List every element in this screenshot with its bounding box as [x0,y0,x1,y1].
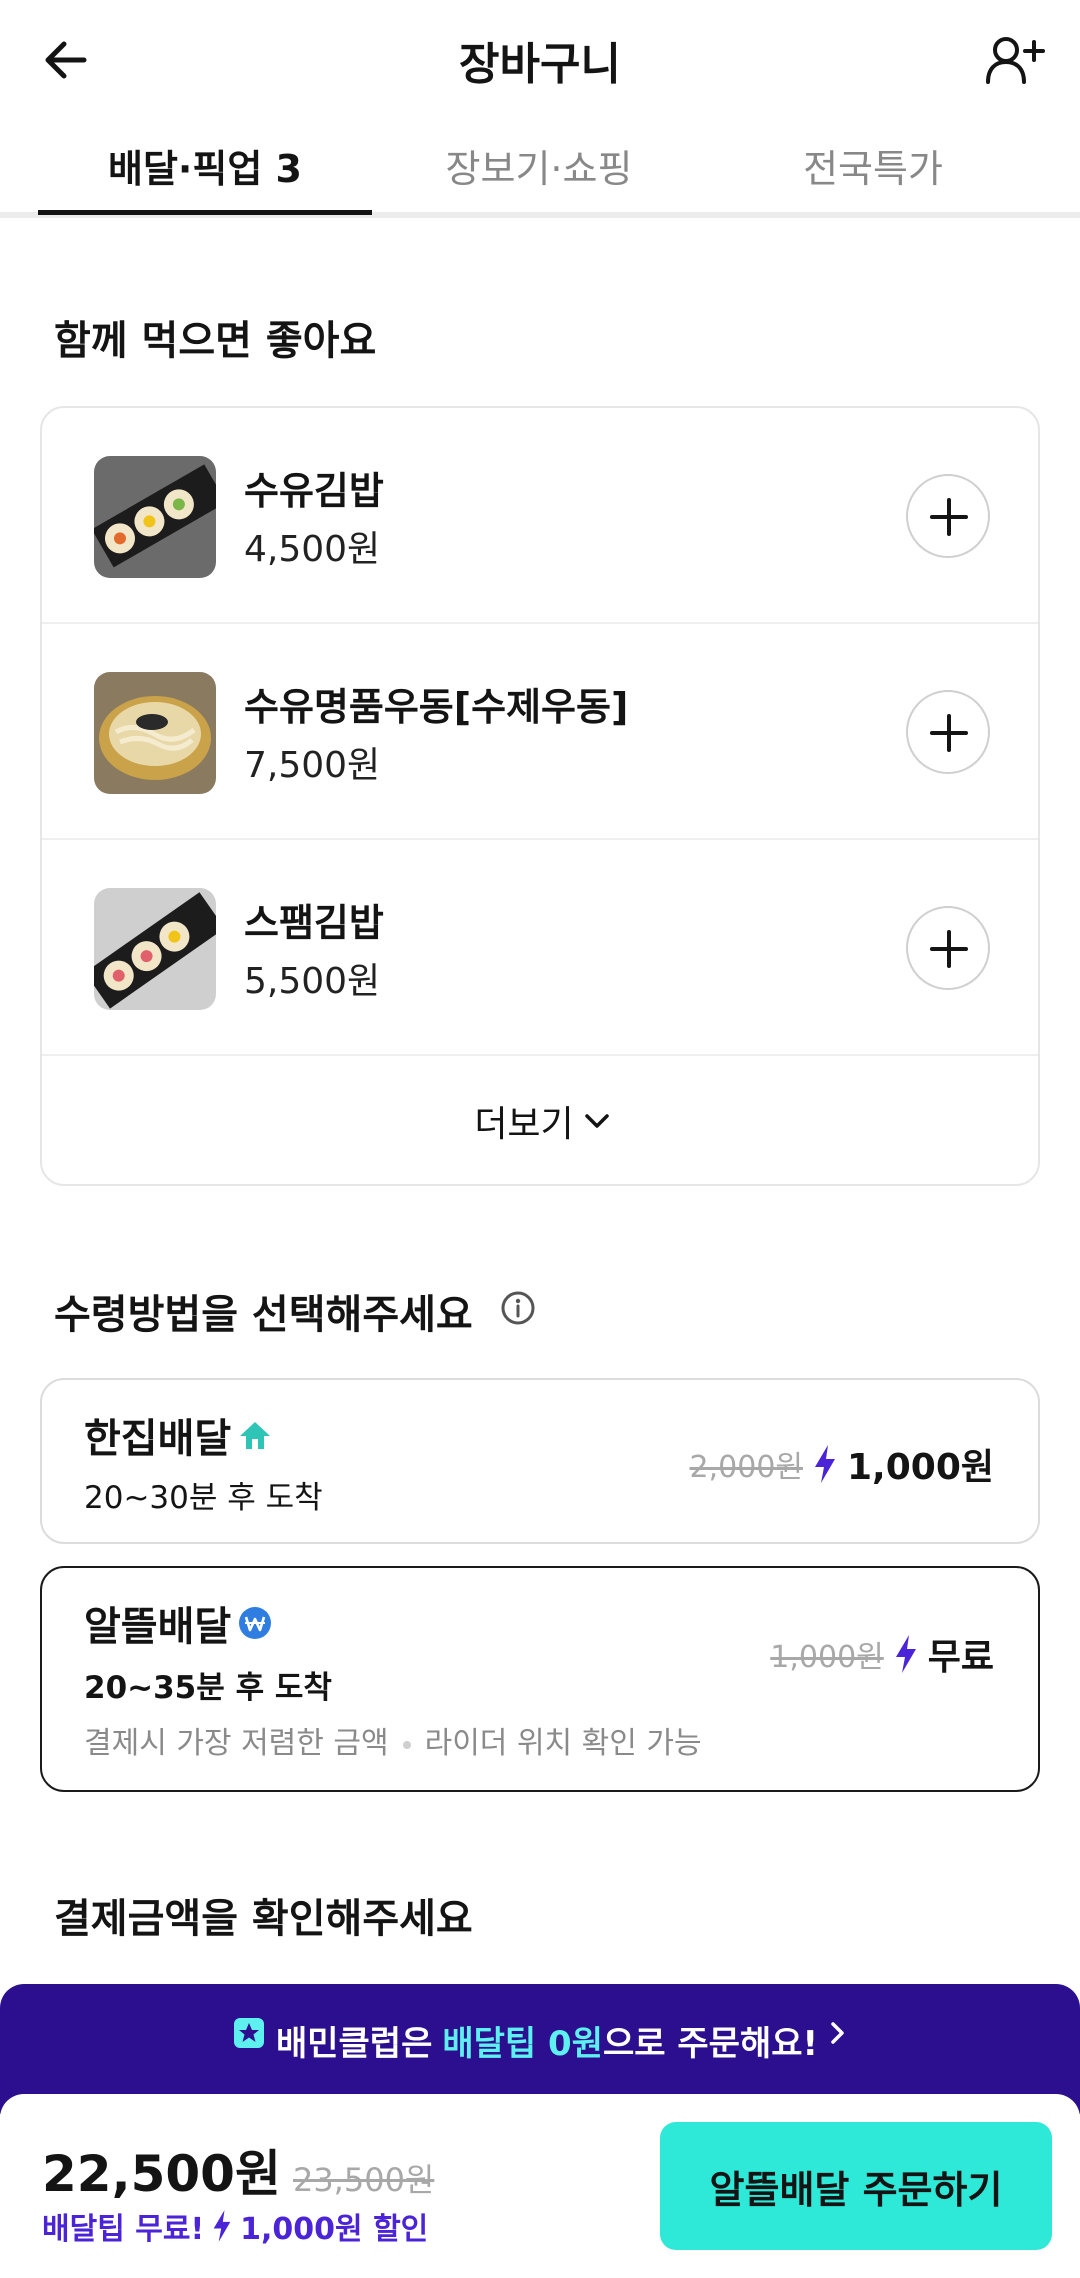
spam-kimbap-image [94,888,216,1010]
option-fee: 1,000원 무료 [770,1628,994,1680]
plus-icon [930,498,968,536]
tab-active-indicator [38,210,372,215]
delivery-option-saver[interactable]: 알뜰배달 20~35분 후 도착 1,000원 무료 결제시 가장 저렴한 금액… [40,1566,1040,1792]
original-fee: 1,000원 [770,1640,884,1675]
separator-dot [402,1740,411,1749]
page-title: 장바구니 [459,39,621,90]
option-eta: 20~30분 후 도착 [84,1480,323,1516]
discounted-fee: 무료 [927,1637,994,1678]
add-item-button[interactable] [906,690,990,774]
more-button[interactable]: 더보기 [42,1056,1038,1184]
add-item-button[interactable] [906,906,990,990]
option-fee: 2,000원 1,000원 [690,1438,994,1490]
item-price: 4,500원 [244,529,381,570]
delivery-section-title: 수령방법을 선택해주세요 [54,1292,473,1338]
option-name: 한집배달 [84,1406,273,1464]
order-bottom-bar: 22,500원 23,500원 배달팁 무료! 1,000원 할인 알뜰배달 주… [0,2094,1080,2278]
option-name-label: 한집배달 [84,1416,232,1462]
chevron-right-icon [831,2022,844,2044]
original-fee: 2,000원 [689,1450,803,1485]
item-price: 7,500원 [244,745,381,786]
recommend-item[interactable]: 수유명품우동[수제우동] 7,500원 [42,624,1038,840]
option-description: 결제시 가장 저렴한 금액 라이더 위치 확인 가능 [84,1718,702,1762]
item-price: 5,500원 [244,961,381,1002]
option-name-label: 알뜰배달 [84,1604,232,1650]
won-coin-icon [239,1607,272,1639]
desc-cheapest: 결제시 가장 저렴한 금액 [84,1726,389,1761]
discount-info: 배달팁 무료! 1,000원 할인 [42,2204,428,2248]
item-name: 수유김밥 [244,469,384,513]
tab-nationwide-deals[interactable]: 전국특가 [706,138,1040,193]
recommend-card: 수유김밥 4,500원 수유명품우동[수제우동] 7,500원 스팸김밥 5,5… [40,406,1040,1186]
free-delivery-label: 배달팁 무료! [42,2212,205,2247]
order-button[interactable]: 알뜰배달 주문하기 [660,2122,1052,2250]
header: 장바구니 [0,0,1080,118]
tab-shopping[interactable]: 장보기·쇼핑 [372,138,706,193]
delivery-option-single[interactable]: 한집배달 20~30분 후 도착 2,000원 1,000원 [40,1378,1040,1544]
lightning-icon [213,2210,231,2242]
payment-section-title: 결제금액을 확인해주세요 [54,1896,473,1942]
tab-delivery-pickup[interactable]: 배달·픽업 3 [38,138,372,193]
add-item-button[interactable] [906,474,990,558]
recommend-section-title: 함께 먹으면 좋아요 [54,318,377,364]
udon-image [94,672,216,794]
item-name: 스팸김밥 [244,901,384,945]
option-name: 알뜰배달 [84,1594,273,1652]
original-total: 23,500원 [292,2161,435,2199]
kimbap-image [94,456,216,578]
recommend-item[interactable]: 스팸김밥 5,500원 [42,840,1038,1056]
info-icon[interactable] [500,1290,536,1326]
category-tabs: 배달·픽업 3 장보기·쇼핑 전국특가 [0,118,1080,218]
plus-icon [930,930,968,968]
add-user-icon[interactable] [982,30,1046,90]
recommend-item[interactable]: 수유김밥 4,500원 [42,408,1038,624]
discount-amount: 1,000원 할인 [240,2212,429,2247]
option-eta: 20~35분 후 도착 [84,1670,332,1706]
lightning-icon [815,1445,835,1483]
lightning-icon [895,1635,916,1673]
more-label: 더보기 [474,1104,574,1145]
desc-rider-tracking: 라이더 위치 확인 가능 [424,1726,702,1761]
item-name: 수유명품우동[수제우동] [244,685,629,729]
home-icon [240,1422,271,1449]
chevron-down-icon [584,1114,609,1128]
total-price: 22,500원 23,500원 [42,2134,434,2206]
discounted-fee: 1,000원 [847,1447,994,1488]
plus-icon [930,714,968,752]
club-star-icon [233,2018,264,2048]
total-amount: 22,500원 [42,2145,281,2203]
